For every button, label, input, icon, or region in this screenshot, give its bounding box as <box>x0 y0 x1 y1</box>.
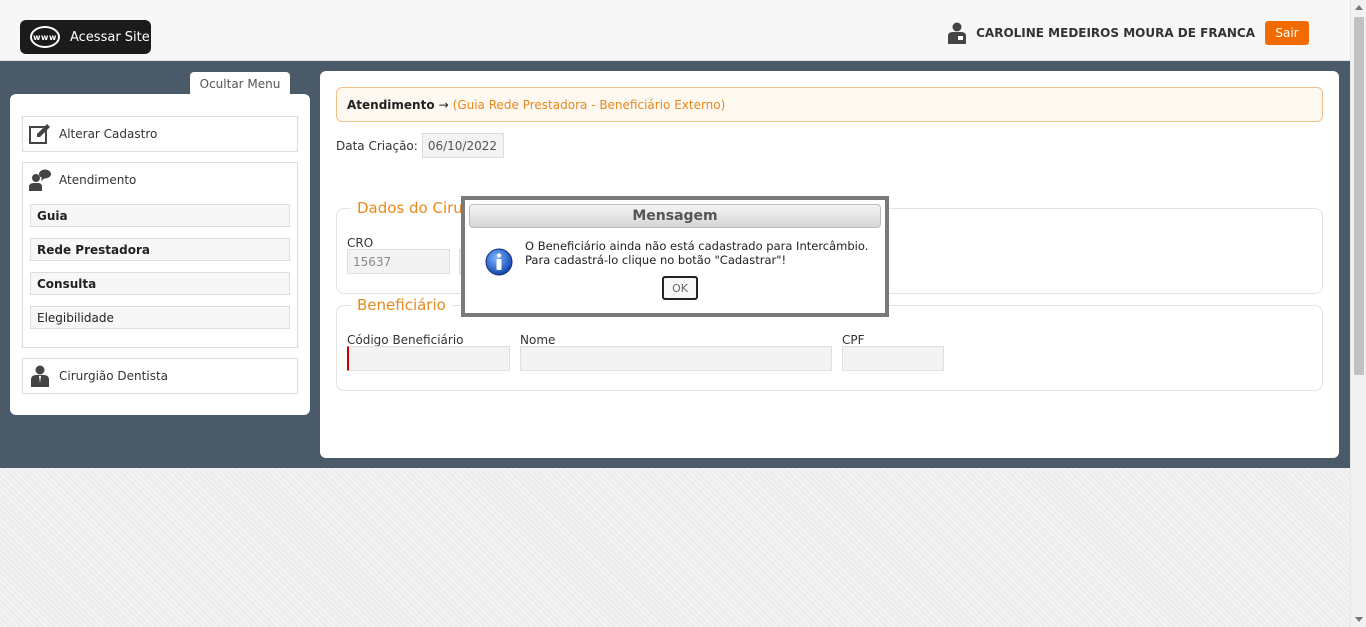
sidebar-subitem-rede-prestadora[interactable]: Rede Prestadora <box>30 238 290 261</box>
breadcrumb-main: Atendimento <box>347 97 435 112</box>
user-name: CAROLINE MEDEIROS MOURA DE FRANCA <box>976 26 1255 40</box>
top-bar: www Acessar Site CAROLINE MEDEIROS MOURA… <box>0 0 1350 61</box>
sidebar-item-atendimento[interactable]: Atendimento <box>29 169 136 191</box>
cro-field: 15637 <box>347 249 450 274</box>
sidebar-item-cirurgiao-dentista[interactable]: Cirurgião Dentista <box>22 358 298 394</box>
user-area: CAROLINE MEDEIROS MOURA DE FRANCA Sair <box>948 21 1309 45</box>
info-icon <box>485 248 513 276</box>
breadcrumb-sub: (Guia Rede Prestadora - Beneficiário Ext… <box>452 97 726 112</box>
hide-menu-tab[interactable]: Ocultar Menu <box>190 72 290 96</box>
message-dialog: Mensagem O Beneficiário ainda não está c… <box>461 196 889 317</box>
beneficiary-code-input[interactable] <box>347 346 510 371</box>
creation-date-row: Data Criação: 06/10/2022 <box>336 133 504 158</box>
sidebar-subitem-elegibilidade[interactable]: Elegibilidade <box>30 306 290 329</box>
section-title-beneficiary: Beneficiário <box>351 296 452 314</box>
sidebar-item-label: Alterar Cadastro <box>59 127 158 141</box>
sidebar-item-label: Atendimento <box>59 173 137 187</box>
cro-label: CRO <box>347 236 374 250</box>
www-globe-icon: www <box>30 26 60 48</box>
sidebar-group-atendimento: Atendimento Guia Rede Prestadora Consult… <box>22 162 298 348</box>
access-site-button[interactable]: www Acessar Site <box>20 20 151 54</box>
breadcrumb-arrow-icon: → <box>438 97 449 112</box>
cpf-field <box>842 346 944 371</box>
scroll-down-icon[interactable] <box>1355 617 1363 622</box>
dentist-user-icon <box>31 365 49 387</box>
sidebar-item-alterar-cadastro[interactable]: Alterar Cadastro <box>22 116 298 152</box>
creation-date-field: 06/10/2022 <box>421 133 504 158</box>
sidebar-subitem-consulta[interactable]: Consulta <box>30 272 290 295</box>
ok-button[interactable]: OK <box>662 276 698 300</box>
dialog-message-line-2: Para cadastrá-lo clique no botão "Cadast… <box>525 253 787 267</box>
scroll-thumb[interactable] <box>1354 17 1364 375</box>
dialog-title: Mensagem <box>469 204 881 228</box>
user-badge-icon <box>948 22 967 44</box>
beneficiary-section: Beneficiário Código Beneficiário Nome CP… <box>336 296 1323 391</box>
page-footer-area <box>0 468 1350 627</box>
breadcrumb: Atendimento → (Guia Rede Prestadora - Be… <box>336 87 1323 122</box>
logout-button[interactable]: Sair <box>1265 21 1309 45</box>
beneficiary-name-field <box>520 346 832 371</box>
dialog-message-line-1: O Beneficiário ainda não está cadastrado… <box>525 239 869 253</box>
scroll-up-icon[interactable] <box>1355 5 1363 10</box>
cpf-label: CPF <box>842 333 865 347</box>
creation-date-label: Data Criação: <box>336 138 418 153</box>
vertical-scrollbar[interactable] <box>1350 0 1366 627</box>
sidebar-subitem-guia[interactable]: Guia <box>30 204 290 227</box>
sidebar: Alterar Cadastro Atendimento Guia Rede P… <box>10 94 310 415</box>
access-site-label: Acessar Site <box>70 29 150 45</box>
edit-icon <box>29 124 50 144</box>
beneficiary-name-label: Nome <box>520 333 556 347</box>
dialog-message: O Beneficiário ainda não está cadastrado… <box>525 239 875 267</box>
sidebar-item-label: Cirurgião Dentista <box>59 369 169 383</box>
support-chat-icon <box>29 169 51 191</box>
section-title-dentist: Dados do Cirur <box>351 199 475 217</box>
beneficiary-code-label: Código Beneficiário <box>347 333 464 347</box>
